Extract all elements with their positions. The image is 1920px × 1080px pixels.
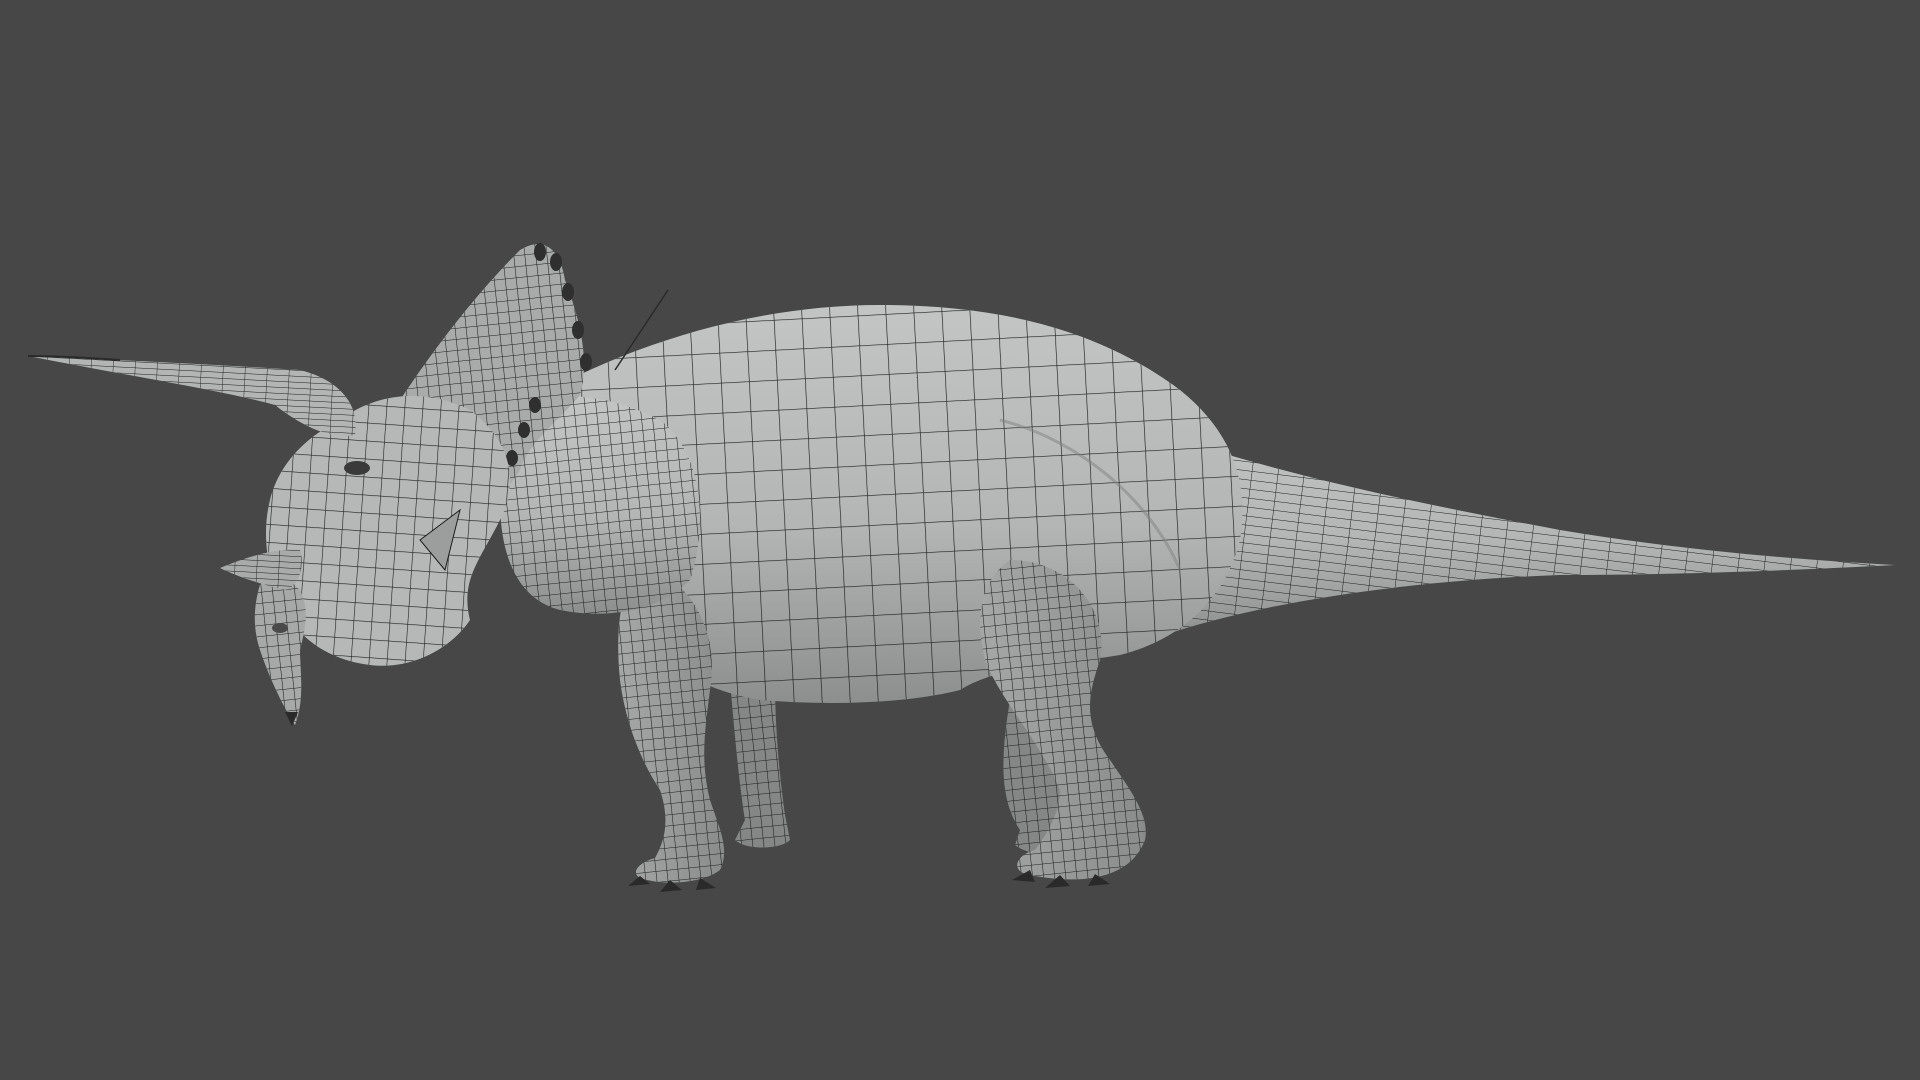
triceratops-wireframe-model[interactable] [0,0,1920,1080]
eye-detail [344,461,370,475]
brow-horn [27,355,356,436]
3d-viewport[interactable] [0,0,1920,1080]
front-leg-far [730,680,790,848]
